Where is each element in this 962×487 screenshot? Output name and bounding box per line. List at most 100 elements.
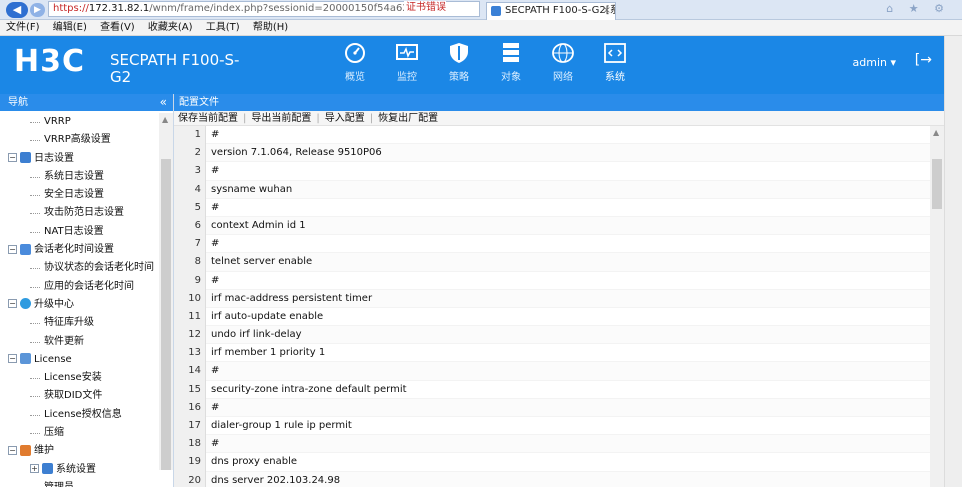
browser-tool-icons[interactable]: ⌂ ★ ⚙ — [886, 2, 950, 15]
h3c-logo: H3C — [14, 44, 85, 79]
address-path: /wnm/frame/index.php?sessionid=20000150f… — [149, 3, 409, 14]
nav-monitor[interactable]: 监控 — [382, 42, 432, 88]
config-line: 18 # — [174, 435, 944, 454]
sidebar-item-signature-upgrade[interactable]: 特征库升级 — [0, 314, 173, 332]
menu-file[interactable]: 文件(F) — [0, 20, 44, 36]
session-aging-icon — [20, 243, 31, 255]
server-stack-icon — [503, 43, 519, 62]
menu-tools[interactable]: 工具(T) — [200, 20, 244, 36]
nav-overview[interactable]: 概览 — [330, 42, 380, 88]
config-line: 11 irf auto-update enable — [174, 307, 944, 327]
config-line: 13 irf member 1 priority 1 — [174, 344, 944, 363]
toolbar-separator: | — [316, 113, 320, 124]
gauge-icon — [345, 43, 365, 63]
sidebar-group-system-settings[interactable]: + 系统设置 — [0, 461, 173, 479]
sidebar-title: 导航 « — [0, 94, 173, 111]
expand-toggle-icon[interactable]: + — [30, 464, 39, 474]
page-scrollbar[interactable] — [944, 36, 962, 487]
sidebar-title-label: 导航 — [8, 97, 28, 108]
line-number: 10 — [174, 289, 206, 308]
sidebar-item-vrrp[interactable]: VRRP — [0, 113, 173, 131]
user-menu[interactable]: admin ▾ — [853, 56, 896, 69]
sidebar-item-security-log[interactable]: 安全日志设置 — [0, 186, 173, 204]
nav-network[interactable]: 网络 — [538, 42, 588, 88]
line-text: dns server 202.103.24.98 — [206, 471, 944, 487]
line-number: 12 — [174, 326, 206, 345]
line-number: 19 — [174, 453, 206, 472]
nav-policy[interactable]: 策略 — [434, 42, 484, 88]
sidebar-item-compress[interactable]: 压缩 — [0, 424, 173, 442]
config-line: 15 security-zone intra-zone default permi… — [174, 380, 944, 399]
nav-object-label: 对象 — [501, 72, 521, 83]
line-number: 13 — [174, 344, 206, 363]
sidebar-scroll-thumb[interactable] — [161, 159, 171, 470]
navigation-sidebar: 导航 « VRRP VRRP高级设置 − 日志设置 系统日志设置 安全日志设置 攻… — [0, 94, 174, 487]
collapse-toggle-icon[interactable]: − — [8, 153, 17, 163]
system-settings-icon — [42, 463, 53, 475]
menu-favorites[interactable]: 收藏夹(A) — [142, 20, 197, 36]
menu-view[interactable]: 查看(V) — [94, 20, 139, 36]
collapse-toggle-icon[interactable]: − — [8, 299, 17, 309]
line-text: # — [206, 199, 944, 217]
menu-help[interactable]: 帮助(H) — [247, 20, 292, 36]
sidebar-item-license-install[interactable]: License安装 — [0, 369, 173, 387]
sidebar-item-system-log[interactable]: 系统日志设置 — [0, 168, 173, 186]
address-host: 172.31.82.1 — [88, 3, 150, 14]
nav-system[interactable]: 系统 — [590, 42, 640, 88]
config-scroll-thumb[interactable] — [932, 159, 942, 209]
save-current-config-button[interactable]: 保存当前配置 — [178, 113, 243, 124]
config-line: 20 dns server 202.103.24.98 — [174, 471, 944, 487]
collapse-toggle-icon[interactable]: − — [8, 244, 17, 254]
sidebar-group-maintenance[interactable]: − 维护 — [0, 442, 173, 460]
page-title: 配置文件 — [174, 94, 944, 111]
scroll-up-icon[interactable]: ▲ — [162, 115, 168, 124]
sidebar-item-administrator[interactable]: 管理员 — [0, 479, 173, 487]
sidebar-group-log-settings[interactable]: − 日志设置 — [0, 150, 173, 168]
tab-title: SECPATH F100-S-G2[系统... — [505, 5, 615, 16]
sidebar-group-session-aging[interactable]: − 会话老化时间设置 — [0, 241, 173, 259]
export-current-config-button[interactable]: 导出当前配置 — [251, 113, 316, 124]
sidebar-item-vrrp-advanced[interactable]: VRRP高级设置 — [0, 131, 173, 149]
sidebar-item-get-did-file[interactable]: 获取DID文件 — [0, 387, 173, 405]
sidebar-item-app-session-aging[interactable]: 应用的会话老化时间 — [0, 278, 173, 296]
upgrade-globe-icon — [20, 298, 31, 310]
code-icon — [604, 43, 626, 63]
sidebar-group-upgrade-center[interactable]: − 升级中心 — [0, 296, 173, 314]
sidebar-item-software-update[interactable]: 软件更新 — [0, 333, 173, 351]
line-text: # — [206, 435, 944, 454]
collapse-toggle-icon[interactable]: − — [8, 354, 17, 364]
config-scrollbar[interactable]: ▲ — [930, 126, 944, 487]
log-settings-icon — [20, 152, 31, 164]
collapse-sidebar-icon[interactable]: « — [160, 94, 167, 111]
line-number: 2 — [174, 144, 206, 163]
line-number: 16 — [174, 398, 206, 417]
menu-edit[interactable]: 编辑(E) — [47, 20, 91, 36]
line-number: 17 — [174, 417, 206, 436]
config-line: 6 context Admin id 1 — [174, 216, 944, 236]
line-number: 4 — [174, 180, 206, 199]
certificate-error-badge[interactable]: 证书错误 — [404, 1, 446, 15]
line-text: dns proxy enable — [206, 453, 944, 472]
collapse-toggle-icon[interactable]: − — [8, 445, 17, 455]
config-text-view[interactable]: 1 #2 version 7.1.064, Release 9510P06 3 #4 sy… — [174, 126, 944, 487]
sidebar-item-attack-defense-log[interactable]: 攻击防范日志设置 — [0, 204, 173, 222]
forward-button[interactable]: ▶ — [30, 3, 45, 17]
line-number: 14 — [174, 362, 206, 381]
sidebar-scrollbar[interactable]: ▲ — [159, 113, 173, 470]
logout-icon[interactable]: [→ — [915, 52, 932, 68]
nav-object[interactable]: 对象 — [486, 42, 536, 88]
sidebar-item-license-info[interactable]: License授权信息 — [0, 406, 173, 424]
config-line: 10 irf mac-address persistent timer — [174, 289, 944, 308]
tab-close-icon[interactable]: × — [603, 3, 611, 19]
sidebar-group-license[interactable]: − License — [0, 351, 173, 369]
sidebar-item-protocol-session-aging[interactable]: 协议状态的会话老化时间 — [0, 259, 173, 277]
line-text: undo irf link-delay — [206, 326, 944, 345]
scroll-up-icon[interactable]: ▲ — [933, 128, 939, 137]
browser-tab[interactable]: SECPATH F100-S-G2[系统... × — [486, 2, 616, 20]
import-config-button[interactable]: 导入配置 — [325, 113, 370, 124]
config-toolbar: 保存当前配置 | 导出当前配置 | 导入配置 | 恢复出厂配置 — [174, 111, 944, 126]
sidebar-item-nat-log[interactable]: NAT日志设置 — [0, 223, 173, 241]
line-number: 15 — [174, 380, 206, 399]
restore-factory-config-button[interactable]: 恢复出厂配置 — [378, 113, 443, 124]
back-button[interactable]: ◀ — [6, 2, 28, 18]
